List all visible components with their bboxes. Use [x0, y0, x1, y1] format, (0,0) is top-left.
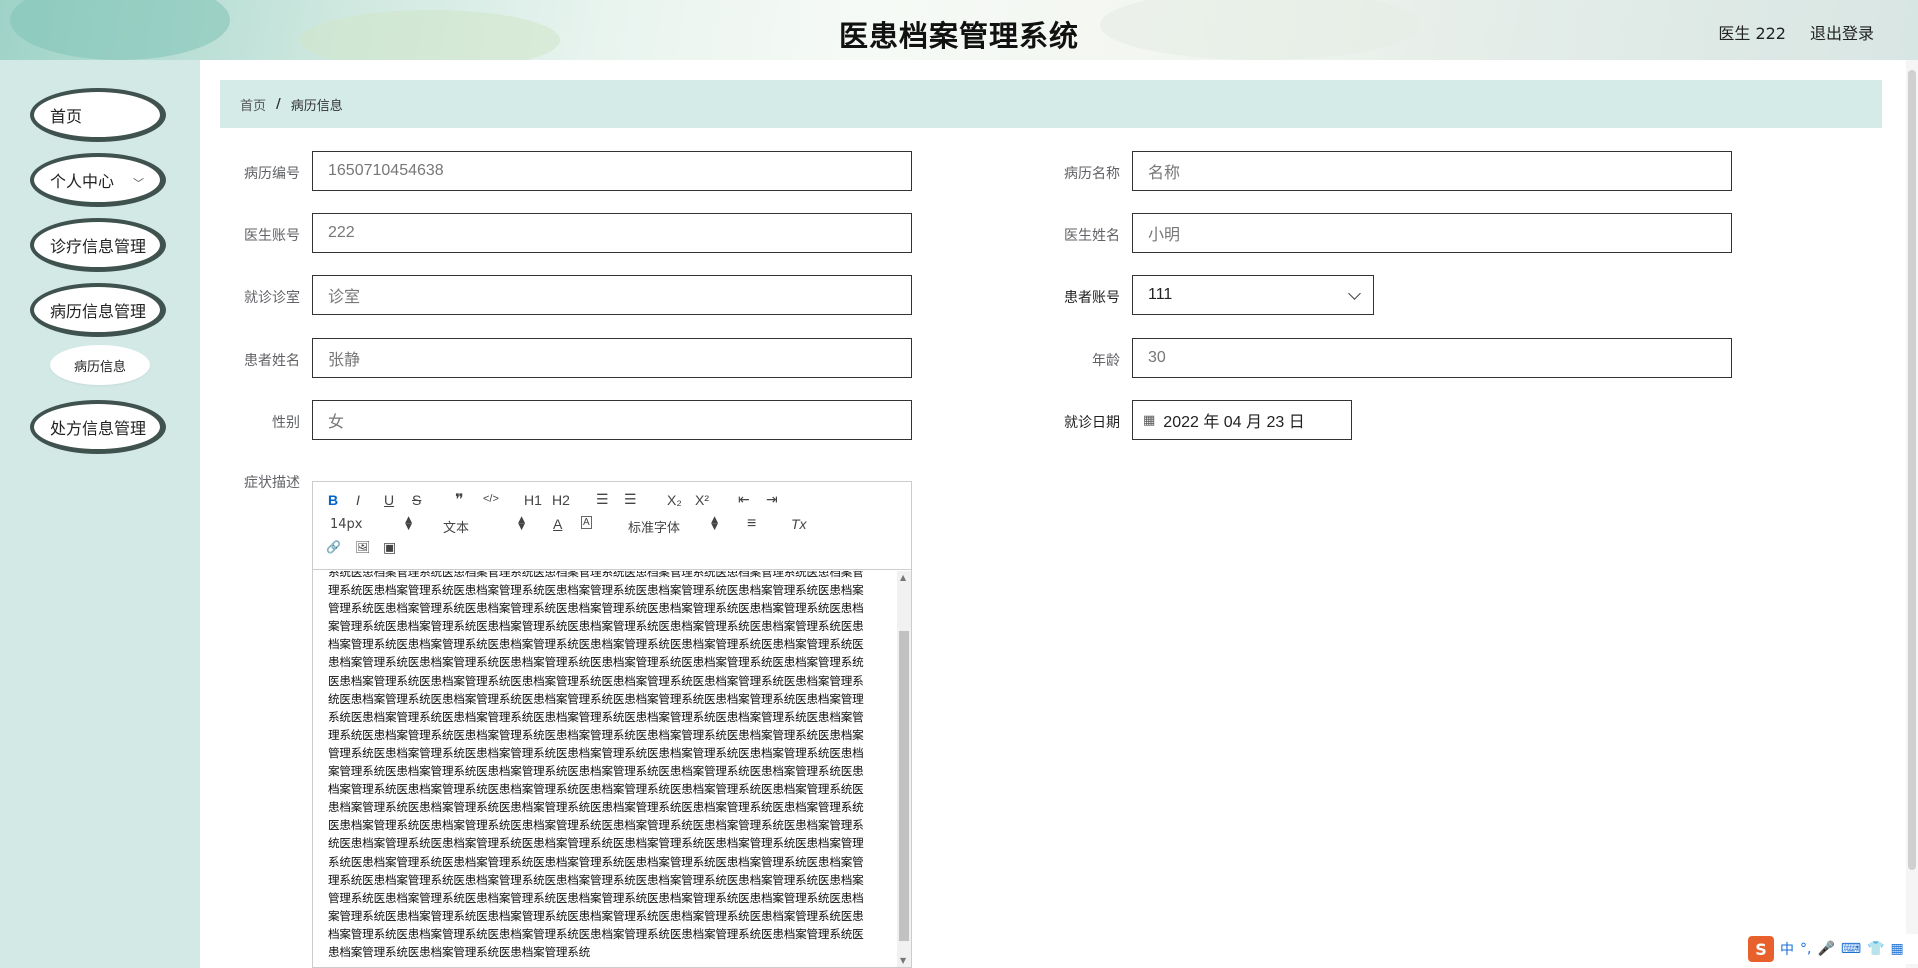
- up-down-icon: ▲ ▼: [711, 515, 718, 532]
- font-family-value: 标准字体: [628, 521, 681, 536]
- format-value: 文本: [443, 521, 470, 536]
- italic-button[interactable]: I: [356, 492, 360, 508]
- scroll-up-icon[interactable]: ▲: [900, 573, 906, 582]
- superscript-button[interactable]: X²: [695, 492, 709, 508]
- breadcrumb: 首页 / 病历信息: [220, 80, 1882, 128]
- font-family-picker[interactable]: 标准字体 ▲ ▼: [628, 515, 718, 537]
- symptoms-text: 系统医患档案管理系统医患档案管理系统医患档案管理系统医患档案管理系统医患档案管理…: [328, 571, 864, 959]
- chevron-down-icon: ﹀: [133, 177, 144, 190]
- calendar-icon: ▦: [1143, 412, 1156, 427]
- link-icon[interactable]: 🔗: [326, 540, 341, 554]
- page-scrollbar[interactable]: [1906, 60, 1918, 968]
- patient-account-select[interactable]: 111: [1132, 275, 1374, 315]
- subscript-button[interactable]: X₂: [667, 492, 682, 508]
- editor-scrollbar[interactable]: ▲ ▼: [897, 571, 911, 967]
- font-size-picker[interactable]: 14px ▲ ▼: [330, 515, 412, 533]
- record-name-input[interactable]: 名称: [1132, 151, 1732, 191]
- sidebar-item-label: 个人中心: [50, 171, 115, 191]
- font-size-value: 14px: [330, 517, 363, 532]
- age-label: 年龄: [1092, 353, 1120, 369]
- text-color-icon[interactable]: A: [553, 516, 562, 532]
- skin-icon[interactable]: 👕: [1867, 941, 1884, 957]
- patient-name-label: 患者姓名: [244, 353, 300, 369]
- keyboard-icon[interactable]: ⌨: [1841, 941, 1861, 957]
- bullet-list-icon[interactable]: ☰: [624, 491, 637, 508]
- sidebar-item-label: 病历信息管理: [50, 301, 147, 321]
- sidebar-subitem-record-info[interactable]: 病历信息: [50, 345, 150, 385]
- page-scrollbar-thumb[interactable]: [1908, 70, 1916, 870]
- punctuation-icon[interactable]: °,: [1800, 941, 1811, 957]
- age-input[interactable]: 30: [1132, 338, 1732, 378]
- header: 医患档案管理系统 医生 222 退出登录: [0, 0, 1918, 60]
- current-user: 医生 222: [1718, 24, 1786, 43]
- visit-date-value: 2022 年 04 月 23 日: [1163, 414, 1305, 431]
- background-color-icon[interactable]: A: [581, 516, 592, 529]
- toolbox-icon[interactable]: ▦: [1891, 941, 1904, 957]
- sidebar-item-personal-center[interactable]: 个人中心 ﹀: [30, 153, 166, 207]
- record-name-label: 病历名称: [1064, 166, 1120, 182]
- record-no-input[interactable]: 1650710454638: [312, 151, 912, 191]
- sidebar-item-label: 处方信息管理: [50, 418, 147, 438]
- chevron-down-icon: [1348, 287, 1361, 300]
- up-down-icon: ▲ ▼: [405, 515, 412, 532]
- h2-button[interactable]: H2: [552, 492, 570, 508]
- sidebar-item-label: 病历信息: [73, 359, 126, 375]
- logout-button[interactable]: 退出登录: [1810, 20, 1874, 44]
- ordered-list-icon[interactable]: ☰: [596, 491, 609, 508]
- breadcrumb-home[interactable]: 首页: [240, 95, 266, 114]
- gender-input[interactable]: 女: [312, 400, 912, 440]
- clinic-label: 就诊诊室: [244, 290, 300, 306]
- doctor-name-label: 医生姓名: [1064, 228, 1120, 244]
- breadcrumb-current: 病历信息: [290, 98, 343, 114]
- quote-icon[interactable]: ❞: [455, 490, 464, 510]
- h1-button[interactable]: H1: [524, 492, 542, 508]
- clinic-input[interactable]: 诊室: [312, 275, 912, 315]
- sidebar-item-diagnosis[interactable]: 诊疗信息管理: [30, 218, 166, 272]
- visit-date-picker[interactable]: ▦ 2022 年 04 月 23 日: [1132, 400, 1352, 440]
- sogou-logo-icon[interactable]: S: [1748, 936, 1774, 962]
- image-icon[interactable]: 🖼: [355, 540, 370, 554]
- breadcrumb-separator: /: [276, 96, 281, 112]
- patient-account-label: 患者账号: [1064, 290, 1120, 306]
- editor-toolbar: B I U S ❞ </> H1 H2 ☰ ☰ X₂ X² ⇤ ⇥ 14px ▲…: [313, 482, 911, 570]
- clean-format-icon[interactable]: Tx: [791, 516, 807, 532]
- bold-button[interactable]: B: [328, 492, 338, 508]
- align-icon[interactable]: ≡: [747, 515, 756, 533]
- outdent-icon[interactable]: ⇤: [738, 491, 750, 508]
- ime-language[interactable]: 中: [1780, 939, 1794, 959]
- sidebar-item-prescriptions[interactable]: 处方信息管理: [30, 400, 166, 454]
- patient-name-input[interactable]: 张静: [312, 338, 912, 378]
- ime-toolbar: S 中 °, 🎤 ⌨ 👕 ▦: [1742, 934, 1918, 964]
- doctor-account-label: 医生账号: [244, 228, 300, 244]
- sidebar-item-home[interactable]: 首页: [30, 88, 166, 142]
- indent-icon[interactable]: ⇥: [766, 491, 778, 508]
- editor-content[interactable]: 系统医患档案管理系统医患档案管理系统医患档案管理系统医患档案管理系统医患档案管理…: [313, 571, 897, 967]
- patient-account-value: 111: [1148, 286, 1173, 303]
- gender-label: 性别: [272, 415, 300, 431]
- scroll-down-icon[interactable]: ▼: [900, 956, 906, 965]
- video-icon[interactable]: ▣: [383, 539, 396, 556]
- page-title: 医患档案管理系统: [838, 19, 1079, 53]
- code-icon[interactable]: </>: [483, 493, 499, 505]
- up-down-icon: ▲ ▼: [518, 515, 525, 532]
- record-no-label: 病历编号: [244, 166, 300, 182]
- editor-scrollbar-thumb[interactable]: [899, 631, 909, 941]
- sidebar: 首页 个人中心 ﹀ 诊疗信息管理 病历信息管理 病历信息 处方信息管理: [0, 60, 200, 968]
- underline-button[interactable]: U: [384, 492, 394, 508]
- symptoms-editor: B I U S ❞ </> H1 H2 ☰ ☰ X₂ X² ⇤ ⇥ 14px ▲…: [312, 481, 912, 968]
- doctor-name-input[interactable]: 小明: [1132, 213, 1732, 253]
- symptoms-label: 症状描述: [244, 475, 300, 491]
- sidebar-item-label: 首页: [50, 106, 83, 126]
- strike-button[interactable]: S: [412, 492, 421, 508]
- sidebar-item-label: 诊疗信息管理: [50, 236, 147, 256]
- format-picker[interactable]: 文本 ▲ ▼: [443, 515, 525, 537]
- sidebar-item-records[interactable]: 病历信息管理: [30, 283, 166, 337]
- doctor-account-input[interactable]: 222: [312, 213, 912, 253]
- microphone-icon[interactable]: 🎤: [1817, 941, 1834, 957]
- visit-date-label: 就诊日期: [1064, 415, 1120, 431]
